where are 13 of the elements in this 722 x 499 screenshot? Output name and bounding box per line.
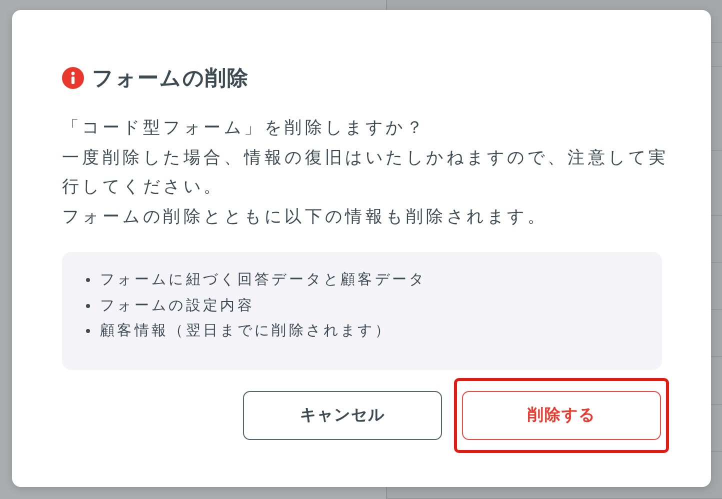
list-item-text: フォームの設定内容	[100, 296, 255, 316]
info-icon	[62, 67, 84, 89]
list-item-text: 顧客情報（翌日までに削除されます）	[100, 322, 392, 341]
bullet-icon	[86, 329, 90, 333]
list-item-text: フォームに紐づく回答データと顧客データ	[100, 270, 426, 290]
dialog-title: フォームの削除	[92, 65, 249, 92]
bullet-icon	[86, 304, 90, 308]
message-text: フォームの削除とともに以下の情報も削除されます。	[62, 206, 549, 228]
delete-button[interactable]: 削除する	[462, 391, 661, 440]
message-text: 一度削除した場合、情報の復旧はいたしかねますので、注意して実行してください。	[62, 146, 670, 199]
bullet-icon	[86, 278, 90, 282]
message-text: 「コード型フォーム」を削除しますか？	[62, 117, 428, 140]
cancel-button[interactable]: キャンセル	[243, 391, 442, 440]
